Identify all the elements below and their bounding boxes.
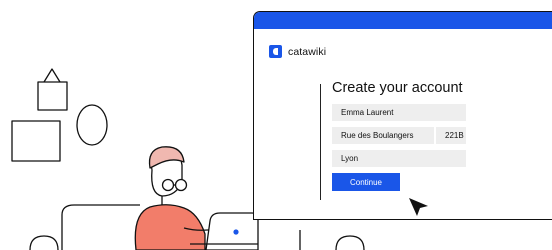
browser-window: catawiki Create your account Emma Lauren… (253, 11, 552, 220)
picture-frame-triangle-icon (37, 68, 68, 111)
continue-button[interactable]: Continue (332, 173, 400, 191)
person-illustration (134, 146, 215, 250)
window-title-bar (254, 12, 552, 29)
picture-frame-oval-icon (76, 104, 108, 146)
street-number-field[interactable]: 221B (436, 127, 466, 144)
catawiki-logo-icon (269, 45, 282, 58)
brand-name: catawiki (288, 45, 327, 58)
create-account-form: Create your account Emma Laurent Rue des… (332, 79, 466, 191)
name-field[interactable]: Emma Laurent (332, 104, 466, 121)
street-field[interactable]: Rue des Boulangers (332, 127, 434, 144)
brand-logo: catawiki (269, 45, 326, 58)
divider-line (320, 84, 321, 200)
picture-frame-rect-icon (11, 120, 61, 162)
form-title: Create your account (332, 80, 463, 96)
mouse-cursor-icon (409, 198, 428, 216)
city-field[interactable]: Lyon (332, 150, 466, 167)
